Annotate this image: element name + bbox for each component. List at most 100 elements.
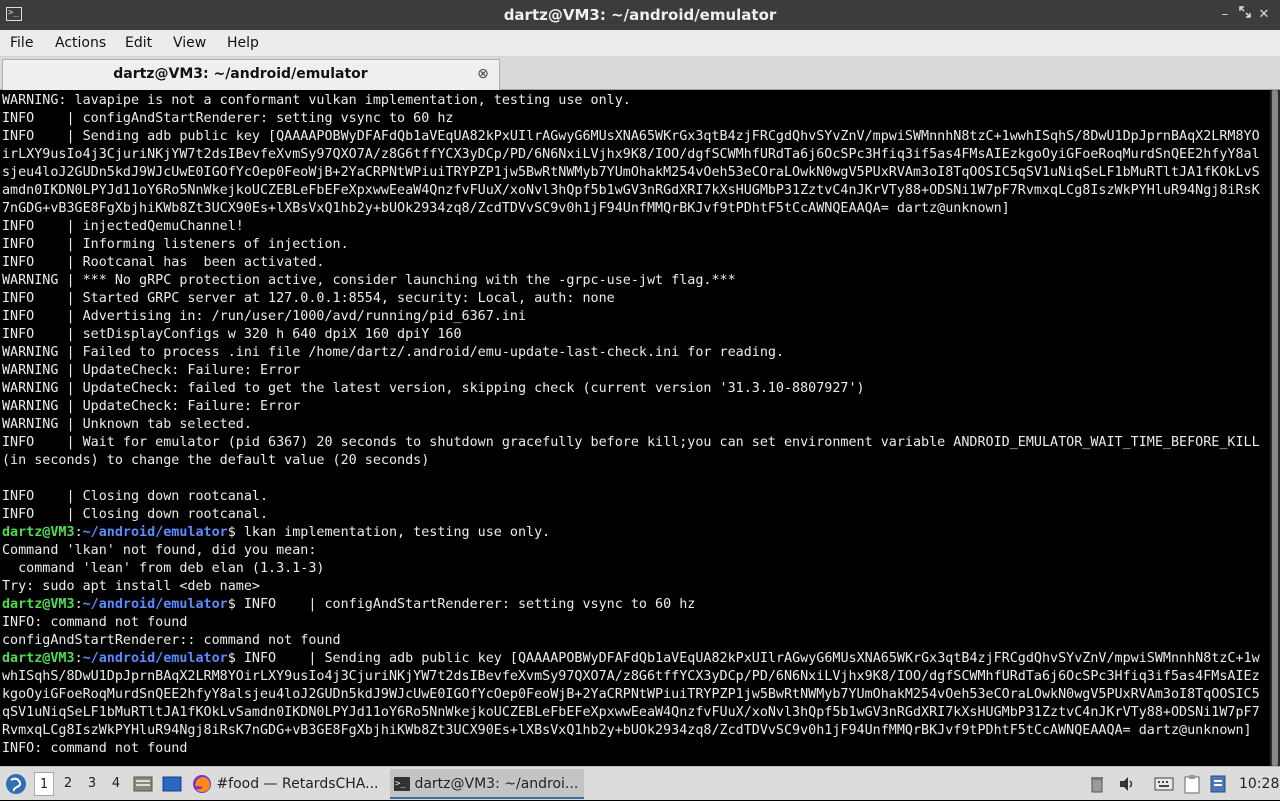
line-text: whISqhS/8DwU1DpJprnBAqX2LRM8YOirLXY9usIo…	[2, 669, 1260, 684]
tab-close-icon[interactable]: ⊗	[475, 65, 491, 83]
trash-icon[interactable]	[1090, 767, 1110, 801]
line-text: INFO: command not found	[2, 741, 188, 756]
desktop-1-button[interactable]: 1	[34, 772, 54, 796]
line-text: 7nGDG+vB3GE8FgXbjhiKWb8Zt3UCX90Es+lXBsVx…	[2, 201, 1010, 216]
file-manager-icon[interactable]	[133, 767, 155, 801]
keyboard-icon[interactable]	[1154, 767, 1176, 801]
terminal-line: configAndStartRenderer:: command not fou…	[2, 632, 1264, 650]
terminal-line: WARNING | Unknown tab selected.	[2, 416, 1264, 434]
terminal-scrollbar[interactable]	[1270, 90, 1280, 766]
line-text: INFO | Closing down rootcanal.	[2, 489, 269, 504]
menu-file[interactable]: File	[7, 30, 36, 56]
prompt-separator: :	[74, 597, 83, 612]
line-text: qSV1uNiqSeLF1bMuRTltJA1fKOkLvSamdn0IKDN0…	[2, 705, 1260, 720]
terminal-line: dartz@VM3:~/android/emulator$ INFO | Sen…	[2, 650, 1264, 668]
terminal-line: INFO | Sending adb public key [QAAAAPOBW…	[2, 128, 1264, 146]
window-titlebar: >_ dartz@VM3: ~/android/emulator – ✕	[0, 0, 1280, 30]
line-text: kgoOyiGFoeRoqMurdSnQEE2hfyY8alsjeu4loJ2G…	[2, 687, 1260, 702]
terminal-line: WARNING | Failed to process .ini file /h…	[2, 344, 1264, 362]
desktop-2-button[interactable]: 2	[58, 772, 78, 796]
tab-label: dartz@VM3: ~/android/emulator	[113, 66, 368, 82]
line-text: INFO | Advertising in: /run/user/1000/av…	[2, 309, 527, 324]
terminal-line: kgoOyiGFoeRoqMurdSnQEE2hfyY8alsjeu4loJ2G…	[2, 686, 1264, 704]
line-text: RvmxqLCg8IszWkPYHluR94Ngj8iRsK7nGDG+vB3G…	[2, 723, 1252, 738]
terminal-line: INFO | Advertising in: /run/user/1000/av…	[2, 308, 1264, 326]
menu-view[interactable]: View	[170, 30, 209, 56]
terminal-line: INFO | Started GRPC server at 127.0.0.1:…	[2, 290, 1264, 308]
maximize-icon[interactable]	[1237, 6, 1253, 24]
task-firefox[interactable]: #food — RetardsCHA...	[192, 769, 386, 799]
line-text: WARNING | Unknown tab selected.	[2, 417, 252, 432]
menu-edit[interactable]: Edit	[122, 30, 155, 56]
terminal-line: INFO | setDisplayConfigs w 320 h 640 dpi…	[2, 326, 1264, 344]
line-text: Command 'lkan' not found, did you mean:	[2, 543, 317, 558]
terminal-line: WARNING | *** No gRPC protection active,…	[2, 272, 1264, 290]
line-text: INFO | Closing down rootcanal.	[2, 507, 269, 522]
line-text: WARNING | UpdateCheck: Failure: Error	[2, 399, 301, 414]
line-text: INFO: command not found	[2, 615, 188, 630]
line-text: WARNING | Failed to process .ini file /h…	[2, 345, 784, 360]
menu-help[interactable]: Help	[224, 30, 262, 56]
line-text: INFO | configAndStartRenderer: setting v…	[2, 111, 454, 126]
terminal-line: irLXY9usIo4j3CjuriNKjYW7t2dsIBevfeXvmSy9…	[2, 146, 1264, 164]
line-text: WARNING | UpdateCheck: Failure: Error	[2, 363, 301, 378]
menu-actions[interactable]: Actions	[52, 30, 109, 56]
terminal-line: WARNING | UpdateCheck: failed to get the…	[2, 380, 1264, 398]
terminal-line: INFO | Closing down rootcanal.	[2, 488, 1264, 506]
terminal-line: Command 'lkan' not found, did you mean:	[2, 542, 1264, 560]
terminal-line: amdn0IKDN0LPYJd11oY6Ro5NnWkejkoUCZEBLeFb…	[2, 182, 1264, 200]
line-text: INFO | Sending adb public key [QAAAAPOBW…	[2, 129, 1260, 144]
minimize-icon[interactable]: –	[1217, 6, 1233, 24]
show-desktop-icon[interactable]	[162, 767, 184, 801]
terminal-line: whISqhS/8DwU1DpJprnBAqX2LRM8YOirLXY9usIo…	[2, 668, 1264, 686]
line-text: INFO | Informing listeners of injection.	[2, 237, 349, 252]
terminal-line: WARNING | UpdateCheck: Failure: Error	[2, 398, 1264, 416]
desktop-4-button[interactable]: 4	[106, 772, 126, 796]
terminal-line: INFO | configAndStartRenderer: setting v…	[2, 110, 1264, 128]
clipboard-icon[interactable]	[1184, 767, 1204, 801]
line-text: (in seconds) to change the default value…	[2, 453, 430, 468]
prompt-separator: :	[74, 651, 83, 666]
terminal-line: INFO: command not found	[2, 614, 1264, 632]
line-text: INFO | injectedQemuChannel!	[2, 219, 244, 234]
app-menu-icon[interactable]	[5, 767, 27, 801]
terminal-line: INFO | injectedQemuChannel!	[2, 218, 1264, 236]
terminal-line: (in seconds) to change the default value…	[2, 452, 1264, 470]
desktop-3-button[interactable]: 3	[82, 772, 102, 796]
terminal-line: RvmxqLCg8IszWkPYHluR94Ngj8iRsK7nGDG+vB3G…	[2, 722, 1264, 740]
terminal-line: WARNING | UpdateCheck: Failure: Error	[2, 362, 1264, 380]
line-text: irLXY9usIo4j3CjuriNKjYW7t2dsIBevfeXvmSy9…	[2, 147, 1260, 162]
terminal-lines: WARNING: lavapipe is not a conformant vu…	[2, 92, 1264, 758]
update-notifier-icon[interactable]	[1210, 767, 1230, 801]
terminal-line: INFO | Wait for emulator (pid 6367) 20 s…	[2, 434, 1264, 452]
line-text: $ INFO | configAndStartRenderer: setting…	[227, 597, 696, 612]
terminal-line: WARNING: lavapipe is not a conformant vu…	[2, 92, 1264, 110]
taskbar: 1 2 3 4 #food — RetardsCHA... >_ dartz@V…	[0, 766, 1280, 800]
line-text: sjeu4loJ2GUDn5kdJ9WJcUwE0IGOfYcOep0FeoWj…	[2, 165, 1260, 180]
line-text: Try: sudo apt install <deb name>	[2, 579, 260, 594]
prompt-path: ~/android/emulator	[82, 597, 228, 612]
tab-terminal[interactable]: dartz@VM3: ~/android/emulator ⊗	[2, 59, 500, 90]
line-text: INFO | Wait for emulator (pid 6367) 20 s…	[2, 435, 1260, 450]
terminal-line: 7nGDG+vB3GE8FgXbjhiKWb8Zt3UCX90Es+lXBsVx…	[2, 200, 1264, 218]
line-text: INFO | Started GRPC server at 127.0.0.1:…	[2, 291, 615, 306]
terminal-icon: >_	[394, 777, 410, 791]
scrollbar-thumb[interactable]	[1272, 90, 1278, 766]
task-firefox-label: #food — RetardsCHA...	[216, 776, 379, 792]
terminal-line: Try: sudo apt install <deb name>	[2, 578, 1264, 596]
line-text: $ lkan implementation, testing use only.	[227, 525, 551, 540]
terminal-line: INFO: command not found	[2, 740, 1264, 758]
task-terminal[interactable]: >_ dartz@VM3: ~/androi...	[390, 769, 584, 799]
prompt-path: ~/android/emulator	[82, 525, 228, 540]
volume-icon[interactable]	[1118, 767, 1138, 801]
close-icon[interactable]: ✕	[1256, 6, 1272, 24]
line-text: WARNING | UpdateCheck: failed to get the…	[2, 381, 865, 396]
terminal-line: sjeu4loJ2GUDn5kdJ9WJcUwE0IGOfYcOep0FeoWj…	[2, 164, 1264, 182]
prompt-user: dartz@VM3	[2, 651, 75, 666]
line-text: amdn0IKDN0LPYJd11oY6Ro5NnWkejkoUCZEBLeFb…	[2, 183, 1260, 198]
prompt-user: dartz@VM3	[2, 597, 75, 612]
prompt-path: ~/android/emulator	[82, 651, 228, 666]
line-text: $ INFO | Sending adb public key [QAAAAPO…	[227, 651, 1260, 666]
prompt-user: dartz@VM3	[2, 525, 75, 540]
terminal-output[interactable]: WARNING: lavapipe is not a conformant vu…	[0, 90, 1270, 766]
